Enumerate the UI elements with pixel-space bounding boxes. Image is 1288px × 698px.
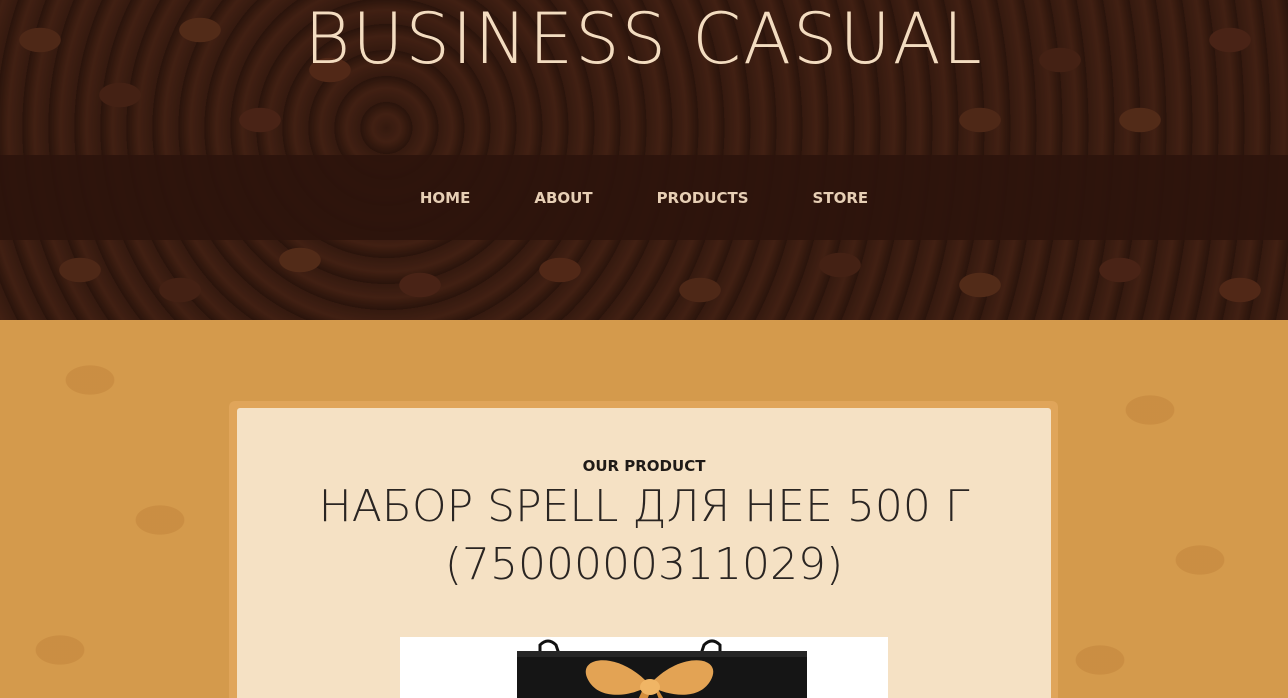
gift-bag-image bbox=[517, 639, 807, 698]
section-label: OUR PRODUCT bbox=[582, 457, 706, 475]
product-card: OUR PRODUCT НАБОР SPELL ДЛЯ НЕЕ 500 Г (7… bbox=[237, 408, 1051, 698]
nav-item-about[interactable]: ABOUT bbox=[502, 189, 624, 207]
product-title: НАБОР SPELL ДЛЯ НЕЕ 500 Г (7500000311029… bbox=[318, 481, 970, 590]
nav-item-store[interactable]: STORE bbox=[781, 189, 901, 207]
nav-list: HOME ABOUT PRODUCTS STORE bbox=[0, 155, 1288, 240]
bag-top-edge bbox=[517, 651, 807, 657]
nav-item-products[interactable]: PRODUCTS bbox=[625, 189, 781, 207]
main-navbar: HOME ABOUT PRODUCTS STORE bbox=[0, 155, 1288, 240]
bow-knot bbox=[640, 679, 660, 695]
brand-title: BUSINESS CASUAL bbox=[304, 0, 984, 80]
product-image[interactable] bbox=[400, 637, 888, 698]
nav-item-home[interactable]: HOME bbox=[388, 189, 502, 207]
